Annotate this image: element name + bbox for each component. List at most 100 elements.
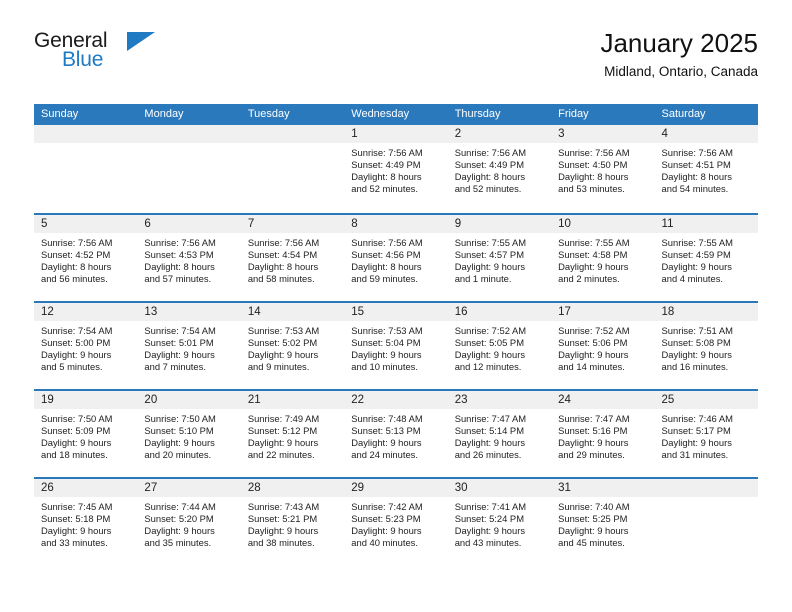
- sunrise-text: Sunrise: 7:56 AM: [661, 147, 733, 158]
- day-number: 25: [654, 391, 758, 409]
- day-number: 14: [240, 303, 345, 321]
- sunset-text: Sunset: 5:17 PM: [661, 425, 731, 437]
- daylight-line1: Daylight: 9 hours: [661, 437, 732, 449]
- sunrise-text: Sunrise: 7:48 AM: [351, 413, 423, 424]
- day-cell[interactable]: 15 Sunrise: 7:53 AM Sunset: 5:04 PM Dayl…: [344, 303, 448, 389]
- day-cell[interactable]: [34, 125, 138, 213]
- day-details: Sunrise: 7:44 AM Sunset: 5:20 PM Dayligh…: [137, 497, 240, 549]
- day-details: Sunrise: 7:40 AM Sunset: 5:25 PM Dayligh…: [551, 497, 654, 549]
- day-number: 7: [240, 215, 345, 233]
- day-cell[interactable]: 27 Sunrise: 7:44 AM Sunset: 5:20 PM Dayl…: [137, 479, 241, 565]
- logo-triangle-icon: [127, 32, 155, 51]
- daylight-line1: Daylight: 9 hours: [351, 349, 422, 361]
- sunrise-text: Sunrise: 7:53 AM: [247, 325, 320, 336]
- day-cell[interactable]: 8 Sunrise: 7:56 AM Sunset: 4:56 PM Dayli…: [344, 215, 448, 301]
- day-cell[interactable]: 21 Sunrise: 7:49 AM Sunset: 5:12 PM Dayl…: [240, 391, 345, 477]
- sunset-text: Sunset: 4:57 PM: [454, 249, 524, 261]
- day-cell[interactable]: 4 Sunrise: 7:56 AM Sunset: 4:51 PM Dayli…: [654, 125, 758, 213]
- sunrise-text: Sunrise: 7:49 AM: [247, 413, 320, 424]
- day-cell[interactable]: 12 Sunrise: 7:54 AM Sunset: 5:00 PM Dayl…: [34, 303, 138, 389]
- sunset-text: Sunset: 5:05 PM: [454, 337, 524, 349]
- day-cell[interactable]: 26 Sunrise: 7:45 AM Sunset: 5:18 PM Dayl…: [34, 479, 138, 565]
- day-number: [34, 125, 138, 143]
- daylight-line2: and 58 minutes.: [247, 273, 315, 285]
- day-number: 17: [551, 303, 655, 321]
- day-cell[interactable]: 22 Sunrise: 7:48 AM Sunset: 5:13 PM Dayl…: [344, 391, 448, 477]
- day-cell[interactable]: 24 Sunrise: 7:47 AM Sunset: 5:16 PM Dayl…: [551, 391, 655, 477]
- day-cell[interactable]: 5 Sunrise: 7:56 AM Sunset: 4:52 PM Dayli…: [34, 215, 138, 301]
- day-cell[interactable]: [137, 125, 241, 213]
- day-cell[interactable]: 13 Sunrise: 7:54 AM Sunset: 5:01 PM Dayl…: [137, 303, 241, 389]
- sunrise-text: Sunrise: 7:54 AM: [144, 325, 216, 336]
- day-cell[interactable]: 7 Sunrise: 7:56 AM Sunset: 4:54 PM Dayli…: [240, 215, 345, 301]
- daylight-line1: Daylight: 9 hours: [558, 525, 629, 537]
- daylight-line2: and 5 minutes.: [41, 361, 103, 373]
- daylight-line2: and 52 minutes.: [454, 183, 522, 195]
- day-details: Sunrise: 7:47 AM Sunset: 5:14 PM Dayligh…: [448, 409, 551, 461]
- daylight-line1: Daylight: 8 hours: [41, 261, 112, 273]
- daylight-line1: Daylight: 8 hours: [351, 261, 422, 273]
- day-cell[interactable]: 1 Sunrise: 7:56 AM Sunset: 4:49 PM Dayli…: [344, 125, 448, 213]
- sunset-text: Sunset: 5:09 PM: [41, 425, 111, 437]
- day-cell[interactable]: 19 Sunrise: 7:50 AM Sunset: 5:09 PM Dayl…: [34, 391, 138, 477]
- sunrise-text: Sunrise: 7:52 AM: [558, 325, 630, 336]
- day-cell[interactable]: 10 Sunrise: 7:55 AM Sunset: 4:58 PM Dayl…: [551, 215, 655, 301]
- sunset-text: Sunset: 4:58 PM: [558, 249, 628, 261]
- day-number: 6: [137, 215, 241, 233]
- day-number: 3: [551, 125, 655, 143]
- day-number: 12: [34, 303, 138, 321]
- day-cell[interactable]: 29 Sunrise: 7:42 AM Sunset: 5:23 PM Dayl…: [344, 479, 448, 565]
- daylight-line1: Daylight: 8 hours: [247, 261, 319, 273]
- day-details: [137, 143, 240, 147]
- week-row: 5 Sunrise: 7:56 AM Sunset: 4:52 PM Dayli…: [34, 213, 758, 301]
- day-number: 20: [137, 391, 241, 409]
- daylight-line2: and 33 minutes.: [41, 537, 108, 549]
- daylight-line2: and 7 minutes.: [144, 361, 206, 373]
- day-cell[interactable]: 16 Sunrise: 7:52 AM Sunset: 5:05 PM Dayl…: [447, 303, 552, 389]
- day-cell[interactable]: 20 Sunrise: 7:50 AM Sunset: 5:10 PM Dayl…: [137, 391, 241, 477]
- weekday-header-monday: Monday: [144, 108, 184, 120]
- daylight-line2: and 38 minutes.: [247, 537, 315, 549]
- sunrise-text: Sunrise: 7:46 AM: [661, 413, 733, 424]
- day-number: 5: [34, 215, 138, 233]
- day-cell[interactable]: 25 Sunrise: 7:46 AM Sunset: 5:17 PM Dayl…: [654, 391, 758, 477]
- day-number: 8: [344, 215, 448, 233]
- daylight-line1: Daylight: 9 hours: [144, 349, 215, 361]
- day-cell[interactable]: 18 Sunrise: 7:51 AM Sunset: 5:08 PM Dayl…: [654, 303, 758, 389]
- daylight-line2: and 31 minutes.: [661, 449, 729, 461]
- day-cell[interactable]: 23 Sunrise: 7:47 AM Sunset: 5:14 PM Dayl…: [447, 391, 552, 477]
- sunset-text: Sunset: 5:25 PM: [558, 513, 628, 525]
- day-details: [241, 143, 344, 147]
- day-cell[interactable]: [654, 479, 758, 565]
- daylight-line2: and 26 minutes.: [454, 449, 522, 461]
- day-cell[interactable]: 9 Sunrise: 7:55 AM Sunset: 4:57 PM Dayli…: [447, 215, 552, 301]
- day-cell[interactable]: 30 Sunrise: 7:41 AM Sunset: 5:24 PM Dayl…: [447, 479, 552, 565]
- day-cell[interactable]: 31 Sunrise: 7:40 AM Sunset: 5:25 PM Dayl…: [551, 479, 655, 565]
- day-cell[interactable]: 6 Sunrise: 7:56 AM Sunset: 4:53 PM Dayli…: [137, 215, 241, 301]
- day-number: 23: [447, 391, 552, 409]
- sunrise-text: Sunrise: 7:55 AM: [454, 237, 527, 248]
- day-details: Sunrise: 7:51 AM Sunset: 5:08 PM Dayligh…: [655, 321, 758, 373]
- day-cell[interactable]: 14 Sunrise: 7:53 AM Sunset: 5:02 PM Dayl…: [240, 303, 345, 389]
- daylight-line2: and 10 minutes.: [351, 361, 418, 373]
- general-blue-logo[interactable]: General Blue: [34, 30, 155, 78]
- day-number: 26: [34, 479, 138, 497]
- sunrise-text: Sunrise: 7:55 AM: [558, 237, 630, 248]
- day-details: Sunrise: 7:41 AM Sunset: 5:24 PM Dayligh…: [448, 497, 551, 549]
- sunrise-text: Sunrise: 7:42 AM: [351, 501, 423, 512]
- day-details: Sunrise: 7:55 AM Sunset: 4:59 PM Dayligh…: [655, 233, 758, 285]
- day-cell[interactable]: 11 Sunrise: 7:55 AM Sunset: 4:59 PM Dayl…: [654, 215, 758, 301]
- day-number: 9: [447, 215, 552, 233]
- day-cell[interactable]: 28 Sunrise: 7:43 AM Sunset: 5:21 PM Dayl…: [240, 479, 345, 565]
- day-details: Sunrise: 7:56 AM Sunset: 4:51 PM Dayligh…: [655, 143, 758, 195]
- day-cell[interactable]: 17 Sunrise: 7:52 AM Sunset: 5:06 PM Dayl…: [551, 303, 655, 389]
- title-block: January 2025 Midland, Ontario, Canada: [600, 26, 758, 82]
- day-number: 30: [447, 479, 552, 497]
- sunrise-text: Sunrise: 7:56 AM: [558, 147, 630, 158]
- day-number: 4: [654, 125, 758, 143]
- day-number: 15: [344, 303, 448, 321]
- day-cell[interactable]: [240, 125, 345, 213]
- day-cell[interactable]: 3 Sunrise: 7:56 AM Sunset: 4:50 PM Dayli…: [551, 125, 655, 213]
- day-details: Sunrise: 7:55 AM Sunset: 4:58 PM Dayligh…: [551, 233, 654, 285]
- day-cell[interactable]: 2 Sunrise: 7:56 AM Sunset: 4:49 PM Dayli…: [447, 125, 552, 213]
